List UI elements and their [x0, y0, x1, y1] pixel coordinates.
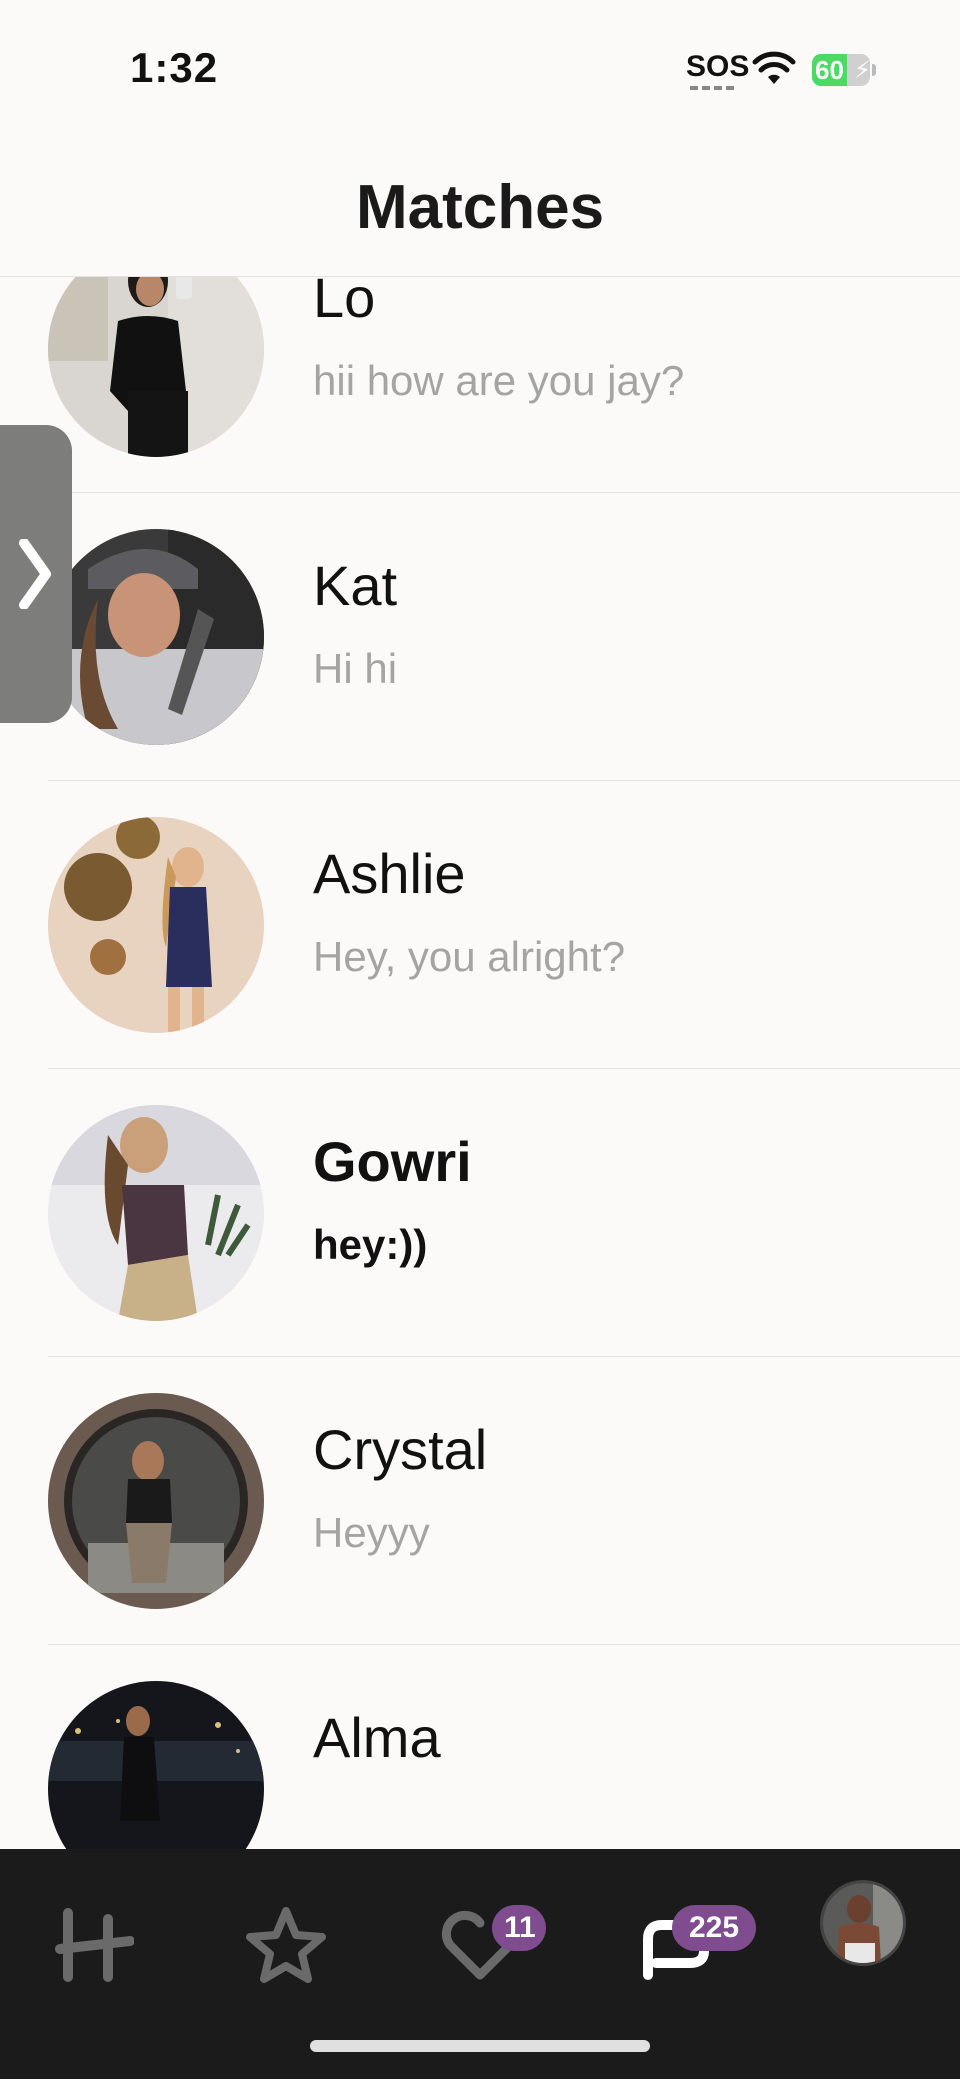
likes-badge: 11 [492, 1905, 546, 1951]
bolt-icon: ⚡ [854, 57, 870, 84]
tab-likes[interactable]: 11 [420, 1885, 546, 2005]
match-message: Hey, you alright? [313, 933, 626, 980]
match-item-ashlie[interactable]: Ashlie Hey, you alright? [0, 781, 960, 1069]
match-item-gowri[interactable]: Gowri hey:)) [0, 1069, 960, 1357]
avatar [48, 1681, 264, 1849]
tab-matches[interactable]: 225 [616, 1885, 756, 2005]
match-name: Gowri [313, 1130, 472, 1193]
avatar [48, 1393, 264, 1609]
hinge-logo-icon [55, 1908, 134, 1982]
match-item-alma[interactable]: Alma [0, 1645, 960, 1849]
home-indicator [310, 2040, 650, 2052]
match-list[interactable]: Lo hii how are you jay? Kat Hi hi Ashlie… [0, 277, 960, 1849]
match-item-lo[interactable]: Lo hii how are you jay? [0, 277, 960, 493]
match-name: Kat [313, 554, 398, 617]
match-message: hii how are you jay? [313, 357, 685, 404]
match-message: Hi hi [313, 645, 398, 692]
avatar [48, 529, 264, 745]
battery-level: 60 [815, 55, 844, 85]
page-title: Matches [355, 173, 605, 242]
match-name: Alma [313, 1706, 441, 1769]
match-item-kat[interactable]: Kat Hi hi [0, 493, 960, 781]
match-name: Lo [313, 277, 376, 329]
avatar [48, 817, 264, 1033]
header: Matches [0, 140, 960, 277]
match-name: Ashlie [313, 842, 466, 905]
star-icon [246, 1907, 326, 1983]
chevron-right-icon [19, 539, 51, 609]
status-bar: 1:32 SOS 60 ⚡ [0, 0, 960, 140]
screen: 1:32 SOS 60 ⚡ Matches Lo hii how are you… [0, 0, 960, 2079]
match-message: Heyyy [313, 1509, 430, 1556]
avatar [48, 277, 264, 457]
battery-indicator: 60 ⚡ [812, 54, 876, 86]
match-name: Crystal [313, 1418, 488, 1481]
match-message: hey:)) [313, 1221, 428, 1268]
signal-dots-icon [690, 86, 736, 90]
tab-home[interactable] [34, 1885, 154, 2005]
tab-profile-avatar[interactable] [820, 1880, 906, 1966]
tab-standouts[interactable] [226, 1885, 346, 2005]
avatar [48, 1105, 264, 1321]
side-drawer-handle[interactable] [0, 425, 72, 723]
battery-nub [872, 64, 876, 76]
battery-body: 60 ⚡ [812, 54, 870, 86]
sos-indicator: SOS [686, 50, 750, 83]
status-time: 1:32 [130, 44, 219, 91]
wifi-icon [752, 51, 796, 84]
match-item-crystal[interactable]: Crystal Heyyy [0, 1357, 960, 1645]
matches-badge: 225 [672, 1905, 756, 1951]
